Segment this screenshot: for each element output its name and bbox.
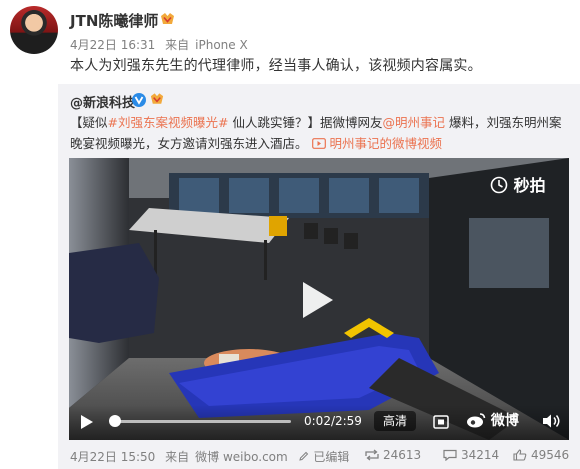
vip-badge-icon [150,93,164,104]
edited-icon [298,451,308,461]
repost-source[interactable]: 微博 weibo.com [195,450,288,464]
mention-link[interactable]: @明州事记 [382,115,445,130]
repost-source-account[interactable]: @新浪科技 [70,92,135,111]
repost-source-prefix: 来自 [165,450,190,464]
weibo-logo-icon [467,413,486,428]
post-source-prefix: 来自 [165,38,190,52]
verified-blue-icon [132,93,146,107]
like-count: 49546 [531,448,570,462]
repost-icon [365,449,379,461]
like-count-button[interactable]: 49546 [513,448,569,462]
like-icon [513,449,527,461]
quality-button[interactable]: 高清 [374,411,416,431]
repost-count: 24613 [383,448,422,462]
repost-text-part: 【疑似 [70,115,108,130]
repost-text: 【疑似#刘强东案视频曝光# 仙人跳实锤？】据微博网友@明州事记 爆料，刘强东明州… [70,112,570,154]
edited-indicator[interactable]: 已编辑 [298,450,356,464]
post-date[interactable]: 4月22日 16:31 [70,38,155,52]
play-icon[interactable] [80,414,94,430]
watermark-label: 秒拍 [513,176,546,195]
author-name[interactable]: JTN陈曦律师 [70,10,158,31]
vip-badge-icon [161,13,174,24]
video-watermark: 秒拍 [490,172,546,196]
post-text: 本人为刘强东先生的代理律师，经当事人确认，该视频内容属实。 [70,58,482,74]
video-link[interactable]: 明州事记的微博视频 [311,136,442,151]
weibo-brand-label: 微博 [490,413,519,429]
progress-track[interactable] [113,420,291,423]
comment-count-button[interactable]: 34214 [443,448,499,462]
repost-count-button[interactable]: 24613 [365,448,421,462]
video-time: 0:02/2:59 [304,414,362,428]
hashtag-link[interactable]: #刘强东案视频曝光# [108,115,229,130]
edited-label: 已编辑 [313,450,350,464]
video-link-icon [311,138,326,149]
post-device: iPhone X [195,38,248,52]
weibo-brand: 微博 [466,410,519,430]
comment-icon [443,449,457,462]
repost-date[interactable]: 4月22日 15:50 [70,450,155,464]
play-overlay-icon[interactable] [301,280,335,320]
repost-text-part: 仙人跳实锤？】据微博网友 [228,115,383,130]
video-link-label: 明州事记的微博视频 [329,136,442,151]
miaopai-logo-icon [490,176,508,194]
author-avatar[interactable] [10,6,58,54]
progress-handle[interactable] [108,415,121,427]
volume-icon[interactable] [541,413,561,429]
post-meta: 4月22日 16:31 来自 iPhone X [70,36,254,53]
fullscreen-icon[interactable] [432,413,450,431]
repost-footer-meta: 4月22日 15:50 来自 微博 weibo.com 已编辑 [70,448,361,465]
comment-count: 34214 [461,448,500,462]
